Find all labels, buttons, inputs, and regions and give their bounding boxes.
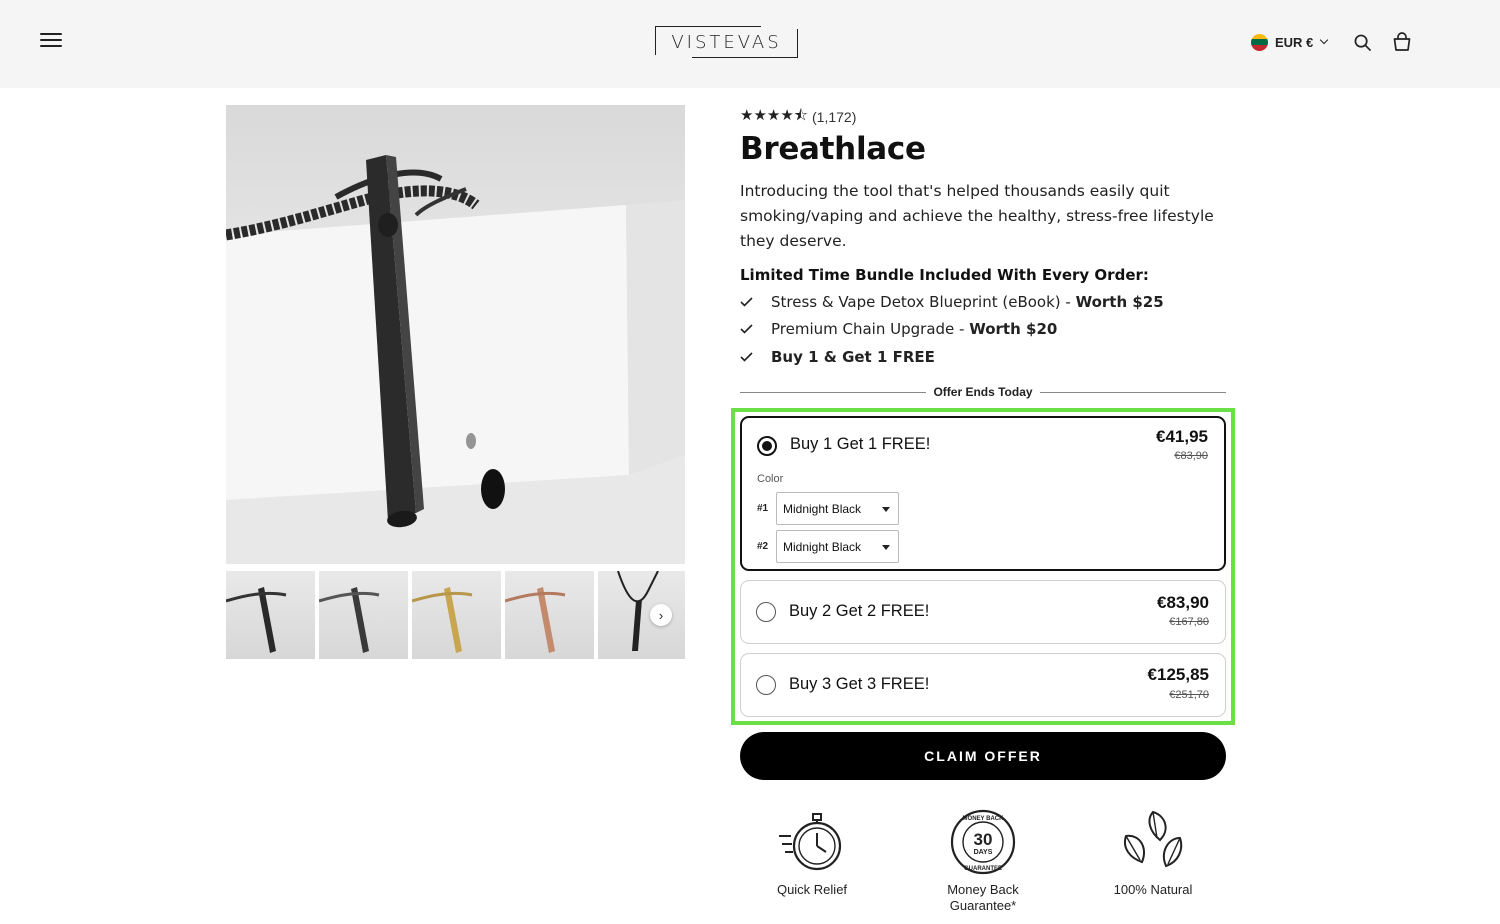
claim-offer-button[interactable]: CLAIM OFFER xyxy=(740,732,1226,780)
badge-money-back: MONEY BACK 30 DAYS GUARANTEE Money Back … xyxy=(913,808,1053,914)
offer-option-3[interactable]: Buy 3 Get 3 FREE! €125,85 €251,70 xyxy=(740,653,1226,717)
check-icon xyxy=(740,297,754,307)
offer-old-price: €167,80 xyxy=(1169,616,1209,628)
badge-label: Quick Relief xyxy=(776,882,848,897)
color-select-2[interactable]: Midnight Black xyxy=(776,530,899,563)
perk-item: Buy 1 & Get 1 FREE xyxy=(740,343,1226,371)
hamburger-menu-icon[interactable] xyxy=(40,33,62,51)
color-label: Color xyxy=(757,473,784,485)
product-photo xyxy=(226,155,685,564)
offer-label: Buy 3 Get 3 FREE! xyxy=(789,675,930,693)
perk-item: Premium Chain Upgrade - Worth $20 xyxy=(740,316,1226,344)
bundle-title: Limited Time Bundle Included With Every … xyxy=(740,266,1149,284)
badge-quick-relief: Quick Relief xyxy=(742,808,882,898)
thumbnail-strip xyxy=(226,571,685,659)
offer-option-1[interactable]: Buy 1 Get 1 FREE! €41,95 €83,90 Color #1… xyxy=(740,416,1226,571)
seal-number: 30 xyxy=(974,830,993,849)
color-select-1[interactable]: Midnight Black xyxy=(776,492,899,525)
thumbnail-black-steel[interactable] xyxy=(319,571,408,659)
badge-natural: 100% Natural xyxy=(1083,808,1223,898)
leaves-icon xyxy=(1124,810,1183,868)
color-select-row: #2 Midnight Black xyxy=(757,530,899,563)
product-main-image[interactable] xyxy=(226,105,685,564)
offer-price: €83,90 xyxy=(1157,593,1209,612)
divider-line xyxy=(1039,391,1226,393)
badge-label: 100% Natural xyxy=(1113,882,1193,897)
currency-selector[interactable]: EUR € xyxy=(1251,32,1329,52)
gallery-next-button[interactable]: › xyxy=(650,604,672,626)
select-value: Midnight Black xyxy=(783,539,862,554)
perk-text: Stress & Vape Detox Blueprint (eBook) - xyxy=(771,292,1076,311)
brand-logo[interactable]: VISTEVAS xyxy=(654,25,799,59)
check-icon xyxy=(740,352,754,362)
cart-icon[interactable] xyxy=(1392,32,1412,52)
product-description: Introducing the tool that's helped thous… xyxy=(740,182,1214,250)
brand-name: VISTEVAS xyxy=(671,31,782,53)
chevron-down-icon xyxy=(1320,35,1329,45)
rating-row[interactable]: ★★★★⯪ (1,172) xyxy=(740,105,1226,129)
perk-worth: Buy 1 & Get 1 FREE xyxy=(771,347,935,366)
flag-icon xyxy=(1251,33,1268,51)
offer-price: €41,95 xyxy=(1156,427,1208,446)
offer-old-price: €83,90 xyxy=(1174,450,1208,462)
offer-option-2[interactable]: Buy 2 Get 2 FREE! €83,90 €167,80 xyxy=(740,580,1226,644)
thumbnail-black[interactable] xyxy=(226,571,315,659)
badge-label: Money Back Guarantee* xyxy=(947,882,1019,913)
product-info: ★★★★⯪ (1,172) Breathlace Introducing the… xyxy=(740,105,1226,371)
chevron-right-icon: › xyxy=(658,607,664,623)
thumbnail-rose-gold[interactable] xyxy=(505,571,594,659)
offer-old-price: €251,70 xyxy=(1169,689,1209,701)
currency-label: EUR € xyxy=(1275,34,1314,50)
money-back-seal-icon: MONEY BACK 30 DAYS GUARANTEE xyxy=(950,809,1016,875)
search-icon[interactable] xyxy=(1354,34,1371,51)
thumbnail-gold[interactable] xyxy=(412,571,501,659)
offer-ends-label: Offer Ends Today xyxy=(933,385,1033,399)
select-value: Midnight Black xyxy=(783,501,862,516)
radio-selected[interactable] xyxy=(757,436,777,456)
perk-worth: Worth $25 xyxy=(1075,292,1164,311)
perk-item: Stress & Vape Detox Blueprint (eBook) - … xyxy=(740,288,1226,316)
radio-unselected[interactable] xyxy=(756,602,776,622)
stopwatch-icon xyxy=(779,813,842,871)
radio-unselected[interactable] xyxy=(756,675,776,695)
select-number: #2 xyxy=(757,541,769,552)
perk-worth: Worth $20 xyxy=(969,320,1058,339)
site-header: VISTEVAS EUR € xyxy=(0,0,1500,88)
offer-label: Buy 2 Get 2 FREE! xyxy=(789,602,930,620)
check-icon xyxy=(740,324,754,334)
review-count: (1,172) xyxy=(812,109,857,125)
seal-bottom-text: GUARANTEE xyxy=(964,866,1002,872)
seal-days: DAYS xyxy=(974,849,993,856)
select-number: #1 xyxy=(757,503,769,514)
divider-line xyxy=(740,391,927,393)
offer-divider: Offer Ends Today xyxy=(740,383,1226,401)
seal-top-text: MONEY BACK xyxy=(963,816,1005,822)
star-rating-icon: ★★★★⯪ xyxy=(740,106,808,124)
product-title: Breathlace xyxy=(740,131,926,167)
perk-text: Premium Chain Upgrade - xyxy=(771,320,970,339)
color-select-row: #1 Midnight Black xyxy=(757,492,899,525)
offer-label: Buy 1 Get 1 FREE! xyxy=(790,435,931,453)
offer-price: €125,85 xyxy=(1147,665,1209,684)
